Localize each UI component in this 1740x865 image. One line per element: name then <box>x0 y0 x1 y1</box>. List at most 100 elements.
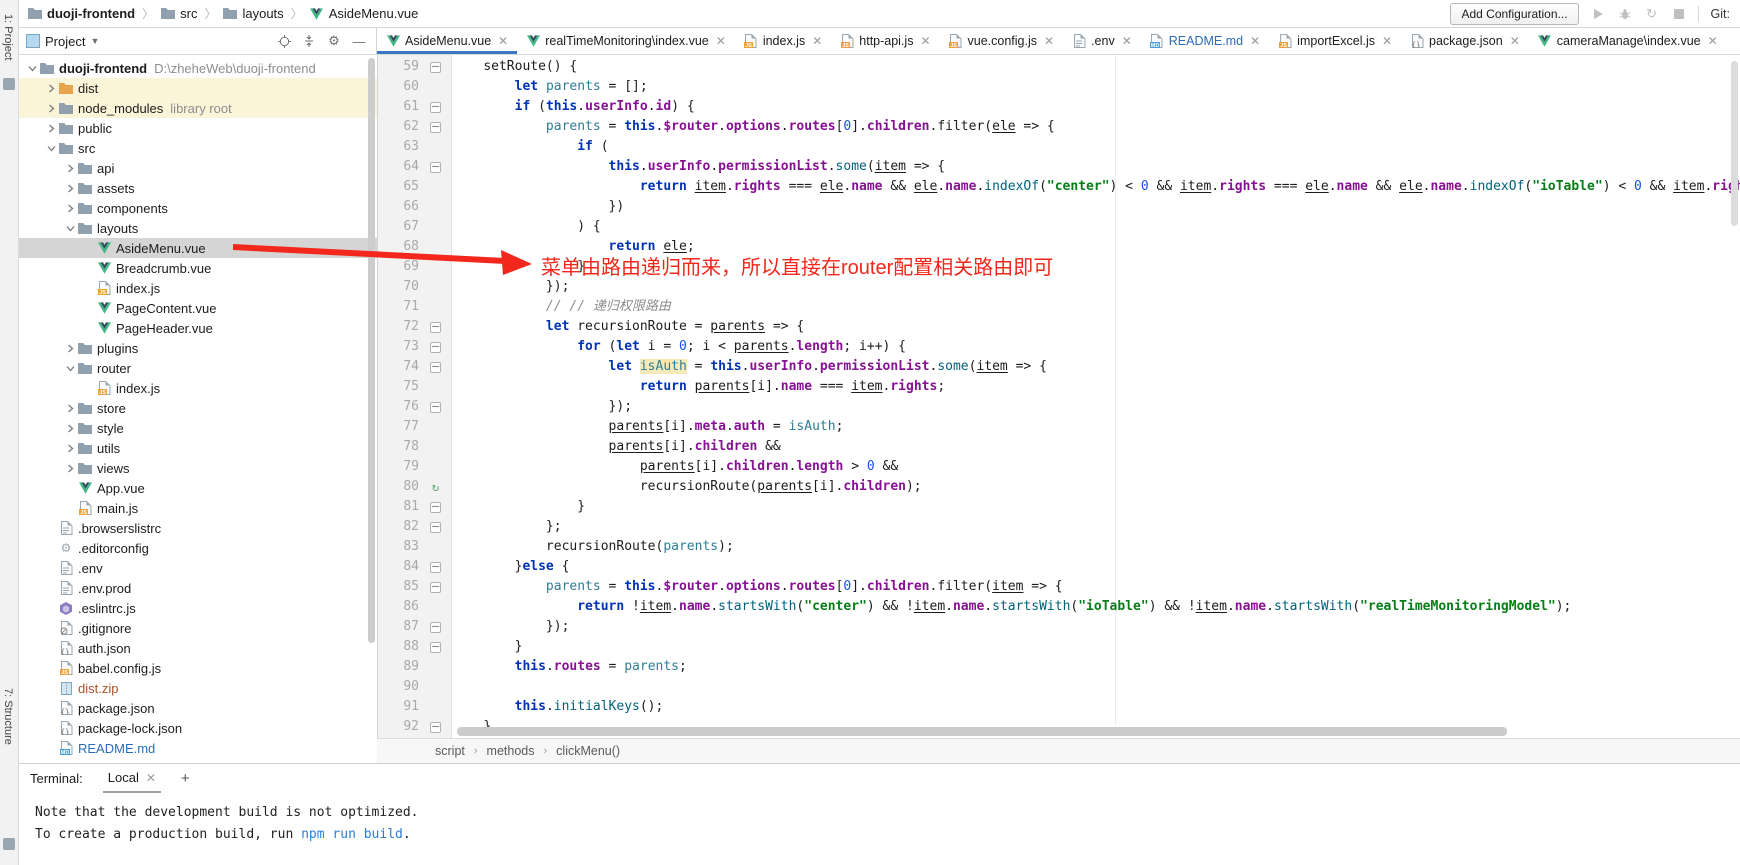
close-icon[interactable]: ✕ <box>1382 34 1392 48</box>
chevron-open-icon[interactable] <box>24 64 40 73</box>
recursive-call-icon[interactable]: ↻ <box>419 477 452 497</box>
locate-icon[interactable] <box>277 34 291 48</box>
fold-marker-icon[interactable] <box>419 357 452 377</box>
fold-marker-icon[interactable] <box>419 557 452 577</box>
fold-marker-icon[interactable] <box>419 517 452 537</box>
fold-marker-icon[interactable] <box>419 337 452 357</box>
chevron-down-icon[interactable]: ▼ <box>90 36 99 46</box>
tab-asidemenu-vue[interactable]: AsideMenu.vue✕ <box>377 28 517 54</box>
debug-icon[interactable] <box>1618 7 1632 21</box>
tree-item--editorconfig[interactable]: ⚙.editorconfig <box>18 538 377 558</box>
tree-item-node-modules[interactable]: node_moduleslibrary root <box>18 98 377 118</box>
tree-item-components[interactable]: components <box>18 198 377 218</box>
tree-item-main-js[interactable]: JSmain.js <box>18 498 377 518</box>
tree-item-package-json[interactable]: {}package.json <box>18 698 377 718</box>
close-icon[interactable]: ✕ <box>920 34 930 48</box>
code-breadcrumb-clickmenu-[interactable]: clickMenu() <box>556 744 620 758</box>
tree-item-src[interactable]: src <box>18 138 377 158</box>
chevron-closed-icon[interactable] <box>43 84 59 93</box>
terminal-tool-icon[interactable] <box>3 838 15 850</box>
fold-marker-icon[interactable] <box>419 97 452 117</box>
code-breadcrumb-methods[interactable]: methods <box>487 744 535 758</box>
chevron-open-icon[interactable] <box>43 144 59 153</box>
tree-item-breadcrumb-vue[interactable]: Breadcrumb.vue <box>18 258 377 278</box>
terminal-tab-local[interactable]: Local ✕ <box>103 764 161 793</box>
tree-item-plugins[interactable]: plugins <box>18 338 377 358</box>
tree-item--gitignore[interactable]: .gitignore <box>18 618 377 638</box>
close-icon[interactable]: ✕ <box>1044 34 1054 48</box>
tree-item-index-js[interactable]: JSindex.js <box>18 378 377 398</box>
tree-item-package-lock-json[interactable]: {}package-lock.json <box>18 718 377 738</box>
tab-readme-md[interactable]: MDREADME.md✕ <box>1141 28 1269 54</box>
tree-item-utils[interactable]: utils <box>18 438 377 458</box>
tree-item-asidemenu-vue[interactable]: AsideMenu.vue <box>18 238 377 258</box>
tree-item--eslintrc-js[interactable]: .eslintrc.js <box>18 598 377 618</box>
fold-marker-icon[interactable] <box>419 617 452 637</box>
code-editor[interactable]: 59 setRoute() {60 let parents = [];61 if… <box>377 55 1740 738</box>
fold-marker-icon[interactable] <box>419 397 452 417</box>
tree-item-auth-json[interactable]: {}auth.json <box>18 638 377 658</box>
chevron-closed-icon[interactable] <box>43 124 59 133</box>
close-icon[interactable]: ✕ <box>146 771 156 785</box>
close-icon[interactable]: ✕ <box>716 34 726 48</box>
tree-item-babel-config-js[interactable]: JSbabel.config.js <box>18 658 377 678</box>
tree-item-style[interactable]: style <box>18 418 377 438</box>
tree-item-duoji-frontend[interactable]: duoji-frontendD:\zheheWeb\duoji-frontend <box>18 58 377 78</box>
stripe-structure-button[interactable]: 7: Structure <box>2 688 14 745</box>
tree-item-dist[interactable]: dist <box>18 78 377 98</box>
tree-item-pageheader-vue[interactable]: PageHeader.vue <box>18 318 377 338</box>
add-configuration-button[interactable]: Add Configuration... <box>1450 3 1578 25</box>
chevron-open-icon[interactable] <box>62 224 78 233</box>
chevron-closed-icon[interactable] <box>62 444 78 453</box>
tree-item-pagecontent-vue[interactable]: PageContent.vue <box>18 298 377 318</box>
horizontal-scrollbar[interactable] <box>457 727 1507 736</box>
collapse-all-icon[interactable] <box>302 34 316 48</box>
tab-package-json[interactable]: {}package.json✕ <box>1401 28 1529 54</box>
breadcrumb-item-asidemenu-vue[interactable]: AsideMenu.vue <box>310 6 419 21</box>
breadcrumb-item-src[interactable]: src <box>161 6 197 21</box>
fold-marker-icon[interactable] <box>419 577 452 597</box>
tab-realtimemonitoring-index-vue[interactable]: realTimeMonitoring\index.vue✕ <box>517 28 735 54</box>
tree-item-store[interactable]: store <box>18 398 377 418</box>
stop-icon[interactable] <box>1672 7 1686 21</box>
chevron-closed-icon[interactable] <box>62 464 78 473</box>
tab-http-api-js[interactable]: JShttp-api.js✕ <box>831 28 939 54</box>
tree-item-dist-zip[interactable]: dist.zip <box>18 678 377 698</box>
close-icon[interactable]: ✕ <box>1708 34 1718 48</box>
project-tool-icon[interactable] <box>3 78 15 90</box>
tree-item-layouts[interactable]: layouts <box>18 218 377 238</box>
fold-marker-icon[interactable] <box>419 57 452 77</box>
fold-marker-icon[interactable] <box>419 637 452 657</box>
fold-marker-icon[interactable] <box>419 717 452 737</box>
tab-vue-config-js[interactable]: JSvue.config.js✕ <box>940 28 1064 54</box>
terminal-output[interactable]: Note that the development build is not o… <box>18 793 1740 846</box>
fold-marker-icon[interactable] <box>419 157 452 177</box>
tree-item--env[interactable]: .env <box>18 558 377 578</box>
rerun-icon[interactable]: ↻ <box>1645 7 1659 21</box>
vertical-scrollbar[interactable] <box>1731 61 1738 226</box>
fold-marker-icon[interactable] <box>419 117 452 137</box>
chevron-closed-icon[interactable] <box>62 204 78 213</box>
chevron-closed-icon[interactable] <box>43 104 59 113</box>
chevron-closed-icon[interactable] <box>62 404 78 413</box>
tab--env[interactable]: .env✕ <box>1063 28 1141 54</box>
fold-marker-icon[interactable] <box>419 317 452 337</box>
new-terminal-button[interactable]: + <box>181 770 190 787</box>
play-icon[interactable] <box>1591 7 1605 21</box>
fold-marker-icon[interactable] <box>419 497 452 517</box>
project-scrollbar[interactable] <box>368 58 375 643</box>
tree-item-readme-md[interactable]: MDREADME.md <box>18 738 377 758</box>
chevron-closed-icon[interactable] <box>62 184 78 193</box>
close-icon[interactable]: ✕ <box>1510 34 1520 48</box>
tree-item-api[interactable]: api <box>18 158 377 178</box>
tree-item--browserslistrc[interactable]: .browserslistrc <box>18 518 377 538</box>
chevron-open-icon[interactable] <box>62 364 78 373</box>
tree-item--env-prod[interactable]: .env.prod <box>18 578 377 598</box>
tab-index-js[interactable]: JSindex.js✕ <box>735 28 831 54</box>
tree-item-views[interactable]: views <box>18 458 377 478</box>
tree-item-router[interactable]: router <box>18 358 377 378</box>
chevron-closed-icon[interactable] <box>62 424 78 433</box>
tree-item-assets[interactable]: assets <box>18 178 377 198</box>
tab-importexcel-js[interactable]: JSimportExcel.js✕ <box>1269 28 1401 54</box>
close-icon[interactable]: ✕ <box>498 34 508 48</box>
